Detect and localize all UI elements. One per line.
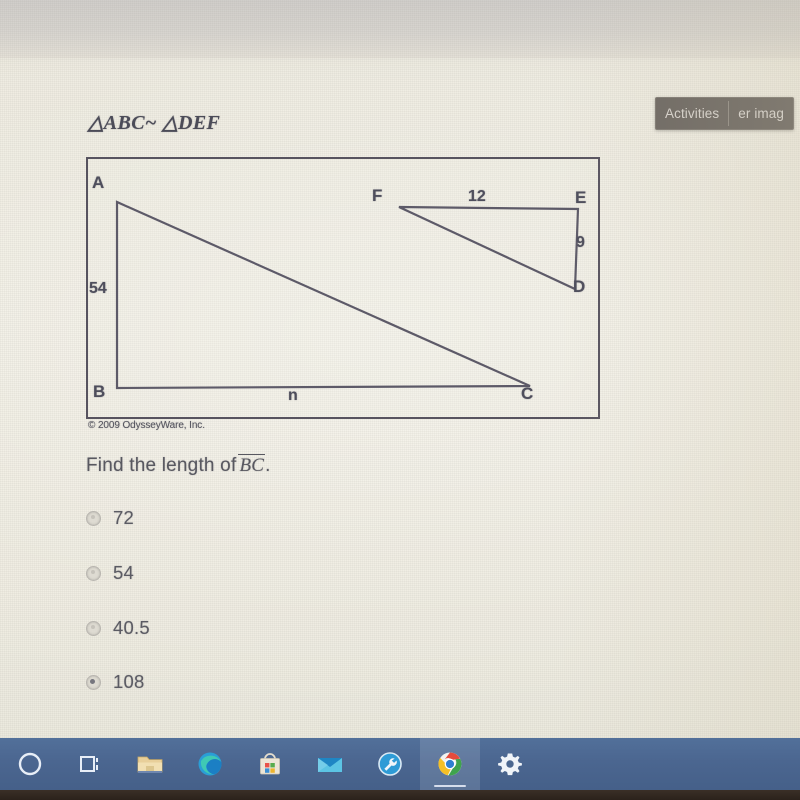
taskbar-item-file-explorer[interactable] [120, 738, 180, 790]
task-view-icon [80, 756, 98, 772]
taskbar-item-edge[interactable] [180, 738, 240, 790]
radio-button-0[interactable] [86, 510, 101, 526]
radio-button-3[interactable] [86, 674, 101, 690]
similarity-statement: △ABC~ △DEF [88, 112, 221, 134]
option-label-3[interactable]: 108 [113, 671, 144, 693]
side-length-bc: n [288, 387, 298, 404]
cortana-icon [18, 752, 42, 776]
vertex-label-c: C [521, 384, 534, 403]
option-label-2[interactable]: 40.5 [113, 617, 150, 639]
taskbar-item-cortana[interactable] [0, 738, 60, 790]
side-length-fe: 12 [468, 188, 486, 205]
taskbar-item-mail[interactable] [300, 738, 360, 790]
radio-button-2[interactable] [86, 620, 101, 636]
prompt-period: . [265, 455, 271, 476]
activities-overlay-bar[interactable]: Activities er imag [655, 97, 794, 130]
vertex-label-e: E [575, 188, 587, 207]
screen-top-band [0, 0, 800, 58]
tools-wrench-icon [378, 752, 402, 776]
vertex-label-a: A [92, 173, 105, 192]
taskbar-item-microsoft-store[interactable] [240, 738, 300, 790]
file-explorer-icon [137, 756, 163, 773]
taskbar-item-tools[interactable] [360, 738, 420, 790]
answer-option-2[interactable]: 40.5 [86, 617, 150, 639]
vertex-label-b: B [93, 382, 106, 401]
similar-triangles-diagram [115, 200, 580, 390]
prompt-text: Find the length of [86, 455, 237, 476]
microsoft-store-icon [260, 753, 280, 775]
taskbar-item-task-view[interactable] [60, 738, 120, 790]
triangle-def [398, 205, 580, 291]
question-prompt: Find the length of BC. [86, 454, 271, 477]
desk-surface-strip [0, 790, 800, 800]
radio-button-1[interactable] [86, 565, 101, 581]
segment-bc-notation: BC [238, 454, 266, 476]
triangle-abc [115, 200, 531, 390]
option-label-0[interactable]: 72 [113, 507, 134, 529]
vertex-label-f: F [372, 186, 383, 205]
copyright-notice: © 2009 OdysseyWare, Inc. [88, 420, 205, 431]
answer-option-1[interactable]: 54 [86, 562, 134, 584]
side-length-ed: 9 [576, 234, 585, 251]
answer-option-3[interactable]: 108 [86, 671, 144, 693]
answer-option-0[interactable]: 72 [86, 507, 134, 529]
mail-icon [318, 758, 342, 772]
activities-label[interactable]: Activities [656, 98, 728, 129]
edge-browser-icon [198, 752, 222, 776]
side-length-ab: 54 [89, 280, 107, 297]
chrome-browser-icon [438, 752, 462, 776]
settings-gear-icon [498, 753, 522, 776]
overlay-secondary-label[interactable]: er imag [729, 98, 793, 129]
taskbar-item-chrome[interactable] [420, 738, 480, 790]
windows-taskbar [0, 738, 800, 790]
option-label-1[interactable]: 54 [113, 562, 134, 584]
taskbar-item-settings[interactable] [480, 738, 540, 790]
vertex-label-d: D [573, 277, 586, 296]
